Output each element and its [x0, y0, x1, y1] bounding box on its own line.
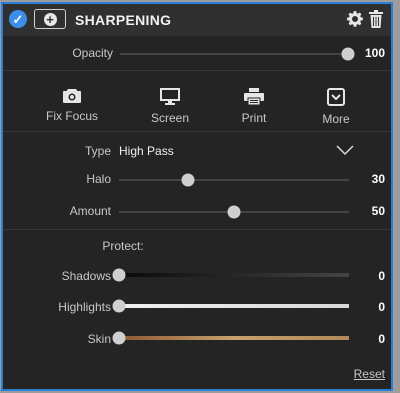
preset-label: Print [241, 111, 267, 125]
chevron-down-icon [336, 145, 354, 156]
type-selected-value: High Pass [119, 144, 174, 158]
opacity-slider-track[interactable] [120, 53, 348, 55]
gear-icon[interactable] [347, 11, 363, 27]
highlights-slider-track[interactable] [119, 304, 349, 308]
panel-header: ✓ + SHARPENING [3, 4, 391, 36]
protect-heading: Protect: [102, 239, 144, 253]
preset-more[interactable]: More [301, 88, 371, 126]
highlights-label: Highlights [58, 300, 111, 314]
camera-icon [63, 89, 81, 103]
halo-value: 30 [371, 172, 385, 186]
preset-label: More [322, 112, 350, 126]
monitor-icon [160, 88, 180, 105]
type-label: Type [84, 144, 111, 158]
divider [3, 131, 391, 132]
opacity-label: Opacity [72, 46, 113, 60]
type-dropdown[interactable]: High Pass [116, 141, 356, 161]
highlights-slider-thumb[interactable] [112, 299, 126, 313]
halo-slider-track[interactable] [119, 179, 349, 181]
skin-label: Skin [87, 332, 111, 346]
divider [3, 229, 391, 230]
opacity-slider-thumb[interactable] [341, 47, 355, 61]
trash-icon[interactable] [369, 10, 383, 28]
reset-link[interactable]: Reset [354, 367, 385, 381]
halo-slider-thumb[interactable] [181, 173, 195, 187]
amount-slider-thumb[interactable] [227, 205, 241, 219]
preset-label: Fix Focus [45, 109, 98, 123]
amount-value: 50 [371, 204, 385, 218]
preset-screen[interactable]: Screen [135, 88, 205, 125]
shadows-value: 0 [378, 269, 385, 283]
add-filter-button[interactable]: + [34, 9, 66, 29]
shadows-slider-track[interactable] [119, 273, 349, 277]
amount-label: Amount [69, 204, 111, 218]
skin-slider-track[interactable] [119, 336, 349, 340]
preset-fix-focus[interactable]: Fix Focus [37, 88, 107, 123]
skin-value: 0 [378, 332, 385, 346]
divider [3, 70, 391, 71]
shadows-slider-thumb[interactable] [112, 268, 126, 282]
plus-circle-icon: + [43, 12, 57, 26]
printer-icon [244, 88, 264, 105]
check-circle-icon[interactable]: ✓ [9, 10, 27, 28]
sharpening-panel: ✓ + SHARPENING Opacity 100 Fix Focus Scr… [1, 2, 393, 391]
opacity-value: 100 [364, 46, 385, 60]
shadows-label: Shadows [61, 269, 111, 283]
panel-title: SHARPENING [75, 12, 172, 28]
highlights-value: 0 [378, 300, 385, 314]
preset-label: Screen [150, 111, 190, 125]
chevron-box-icon [327, 88, 345, 106]
preset-print[interactable]: Print [219, 88, 289, 125]
skin-slider-thumb[interactable] [112, 331, 126, 345]
halo-label: Halo [86, 172, 111, 186]
